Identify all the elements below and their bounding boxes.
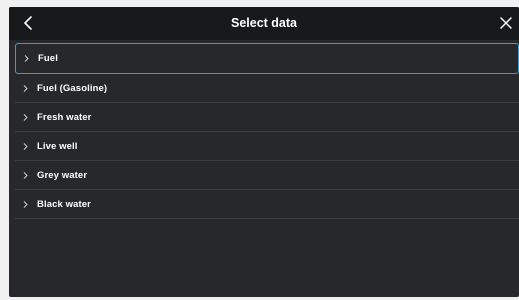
list-item-black-water[interactable]: Black water [15, 190, 519, 219]
chevron-right-icon [21, 84, 30, 92]
list-item-label: Fresh water [37, 111, 92, 123]
list-item-label: Live well [37, 140, 78, 152]
list-item-grey-water[interactable]: Grey water [15, 161, 519, 190]
list-item-fresh-water[interactable]: Fresh water [15, 103, 519, 132]
chevron-right-icon [22, 55, 31, 62]
list-item-label: Grey water [37, 169, 88, 181]
header-bar: Select data [9, 7, 519, 40]
close-button[interactable] [493, 10, 519, 36]
list-item-fuel[interactable]: Fuel [15, 43, 519, 74]
page-title: Select data [230, 16, 297, 30]
select-data-dialog: Select data Fuel Fuel (Gasoline) Fresh w… [9, 7, 519, 297]
list-item-label: Fuel (Gasoline) [37, 82, 108, 94]
chevron-right-icon [21, 171, 30, 179]
list-item-fuel-gasoline[interactable]: Fuel (Gasoline) [15, 74, 519, 103]
list-item-label: Black water [37, 198, 91, 210]
data-list: Fuel Fuel (Gasoline) Fresh water Live we… [15, 43, 519, 219]
close-icon [500, 17, 512, 29]
chevron-right-icon [21, 200, 30, 208]
chevron-left-icon [24, 16, 32, 30]
chevron-right-icon [21, 142, 30, 150]
list-item-live-well[interactable]: Live well [15, 132, 519, 161]
chevron-right-icon [21, 113, 30, 121]
back-button[interactable] [15, 10, 41, 36]
list-item-label: Fuel [38, 53, 58, 64]
